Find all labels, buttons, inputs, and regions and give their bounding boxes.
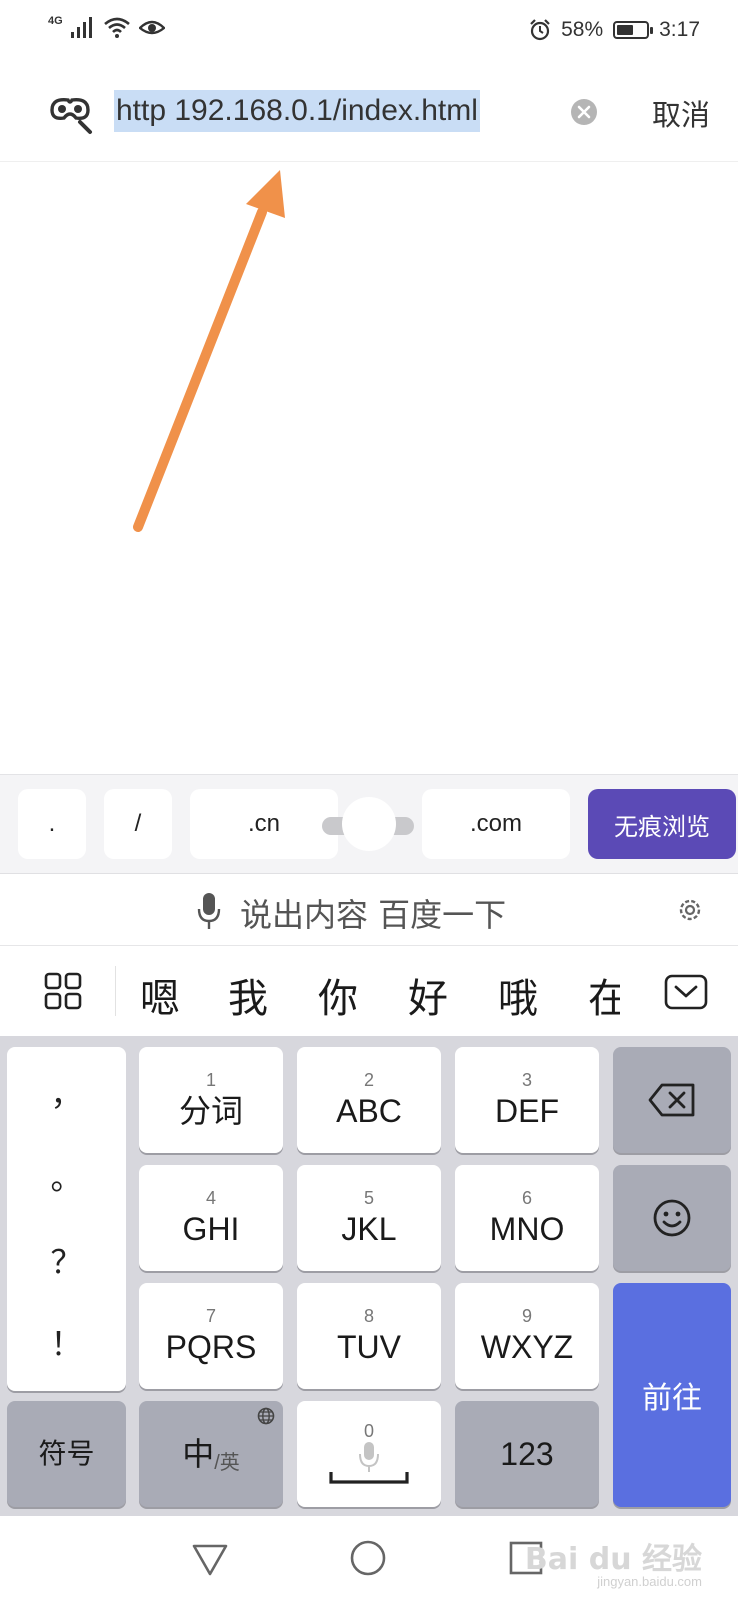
candidate-item[interactable]: 你 [318, 966, 358, 1024]
candidate-item[interactable]: 好 [408, 966, 448, 1024]
key-label: ABC [336, 1093, 402, 1129]
candidate-bar: 嗯 我 你 好 哦 在 [0, 946, 738, 1036]
key-label: GHI [182, 1211, 240, 1247]
alarm-icon [530, 19, 550, 41]
candidate-divider [115, 966, 116, 1016]
language-switch-button[interactable]: 中 /英 [139, 1401, 283, 1507]
key-label: TUV [337, 1329, 401, 1365]
eye-icon [138, 20, 165, 35]
collapse-keyboard-icon[interactable] [664, 974, 708, 1010]
key-number: 4 [205, 1188, 216, 1208]
key-label: 分词 [178, 1092, 243, 1130]
gear-icon[interactable] [676, 896, 704, 924]
key-6[interactable]: 6 MNO [455, 1165, 599, 1271]
clock: 3:17 [659, 18, 700, 41]
number-mode-button[interactable]: 123 [455, 1401, 599, 1507]
dot-key[interactable]: . [18, 789, 86, 859]
space-button[interactable]: 0 [297, 1401, 441, 1507]
key-number: 5 [363, 1188, 374, 1208]
symbol-button[interactable]: 符号 [7, 1401, 126, 1507]
signal-icon [70, 17, 92, 38]
key-label: DEF [495, 1093, 559, 1129]
cancel-button[interactable]: 取消 [652, 92, 710, 134]
slash-key[interactable]: / [104, 789, 172, 859]
key-9[interactable]: 9 WXYZ [455, 1283, 599, 1389]
language-sub-label: /英 [214, 1451, 240, 1474]
cn-key[interactable]: .cn [190, 789, 338, 859]
wifi-icon [103, 17, 130, 38]
candidate-item[interactable]: 我 [228, 966, 268, 1024]
candidate-item[interactable]: 在 [588, 966, 620, 1024]
grid-menu-icon[interactable] [44, 972, 82, 1010]
cursor-slider-handle[interactable] [342, 797, 396, 851]
battery-percent: 58% [561, 18, 604, 41]
space-mic-icon [329, 1442, 409, 1484]
key-1[interactable]: 1 分词 [139, 1047, 283, 1153]
key-number: 7 [205, 1306, 216, 1326]
emoji-icon [653, 1199, 691, 1237]
page-content [0, 162, 738, 774]
address-bar: http 192.168.0.1/index.html 取消 [0, 62, 738, 162]
url-selection[interactable]: http 192.168.0.1/index.html [114, 90, 480, 132]
home-icon[interactable] [348, 1538, 388, 1578]
candidate-item[interactable]: 嗯 [140, 966, 180, 1024]
symbol-label: 符号 [38, 1437, 95, 1470]
backspace-button[interactable] [613, 1047, 731, 1153]
incognito-mask-icon[interactable] [46, 88, 94, 136]
key-4[interactable]: 4 GHI [139, 1165, 283, 1271]
key-number: 9 [521, 1306, 532, 1326]
key-2[interactable]: 2 ABC [297, 1047, 441, 1153]
emoji-button[interactable] [613, 1165, 731, 1271]
question-key[interactable]: ？ [7, 1237, 126, 1283]
globe-icon [257, 1407, 275, 1425]
annotation-arrow-icon [133, 170, 285, 532]
com-key[interactable]: .com [422, 789, 570, 859]
battery-icon [613, 21, 654, 39]
voice-prompt: 说出内容 百度一下 [240, 896, 507, 934]
url-input[interactable]: http 192.168.0.1/index.html [116, 94, 478, 128]
key-label: WXYZ [480, 1329, 574, 1365]
key-7[interactable]: 7 PQRS [139, 1283, 283, 1389]
status-left: 4G [48, 15, 165, 38]
back-icon[interactable] [190, 1538, 230, 1578]
backspace-icon [648, 1083, 695, 1117]
navigation-bar: Bai du 经验 jingyan.baidu.com [0, 1516, 738, 1600]
incognito-button[interactable]: 无痕浏览 [588, 789, 736, 859]
key-3[interactable]: 3 DEF [455, 1047, 599, 1153]
voice-search-bar[interactable]: 说出内容 百度一下 [0, 874, 738, 946]
key-label: PQRS [165, 1329, 257, 1365]
candidate-item[interactable]: 哦 [498, 966, 538, 1024]
watermark-site: jingyan.baidu.com [597, 1574, 702, 1589]
watermark-logo: Bai du 经验 [524, 1542, 702, 1577]
period-key[interactable]: 。 [7, 1153, 126, 1199]
network-type: 4G [48, 15, 63, 27]
battery-fill [617, 25, 634, 35]
go-button[interactable]: 前往 [613, 1283, 731, 1507]
key-number: 0 [363, 1421, 374, 1441]
key-number: 8 [363, 1306, 374, 1326]
status-right: 58% 3:17 [529, 18, 700, 42]
key-number: 6 [521, 1188, 532, 1208]
number-mode-label: 123 [500, 1436, 554, 1472]
exclaim-key[interactable]: ！ [7, 1319, 126, 1365]
key-8[interactable]: 8 TUV [297, 1283, 441, 1389]
key-number: 1 [205, 1070, 216, 1090]
status-bar: 4G 58% 3:17 [0, 0, 738, 62]
clear-icon[interactable] [570, 98, 598, 126]
key-number: 2 [363, 1070, 374, 1090]
key-label: MNO [489, 1211, 565, 1247]
key-label: JKL [341, 1211, 397, 1247]
language-main-label: 中 [182, 1435, 215, 1473]
comma-key[interactable]: ， [7, 1069, 126, 1115]
quick-keys-row: . / .cn .com 无痕浏览 [0, 774, 738, 874]
key-number: 3 [521, 1070, 532, 1090]
microphone-icon[interactable] [196, 892, 222, 930]
keyboard: ， 。 ？ ！ 1 分词 2 ABC 3 DEF 4 GHI 5 JKL 6 M… [0, 1036, 738, 1516]
punctuation-column: ， 。 ？ ！ [7, 1047, 126, 1391]
key-5[interactable]: 5 JKL [297, 1165, 441, 1271]
